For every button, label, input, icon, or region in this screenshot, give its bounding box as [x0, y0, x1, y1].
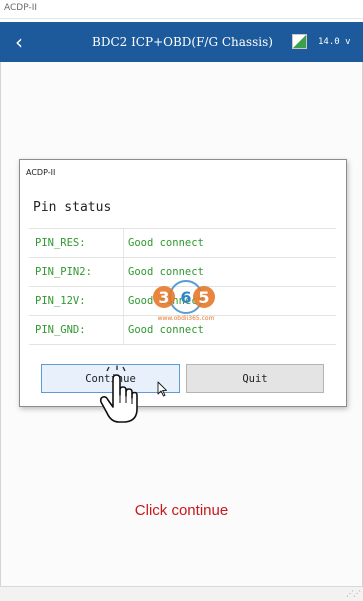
svg-text:6: 6: [180, 288, 191, 307]
arrow-cursor-icon: [157, 381, 167, 397]
column-divider: [123, 229, 124, 257]
watermark-graphic: 3 6 5: [153, 280, 215, 314]
page-title: BDC2 ICP+OBD(F/G Chassis): [92, 35, 273, 49]
resize-grip-icon[interactable]: ⋰⋰: [346, 589, 361, 598]
instruction-caption: Click continue: [134, 502, 229, 519]
pin-status: Good connect: [128, 237, 204, 249]
window-title: ACDP-II: [4, 3, 37, 13]
pin-name: PIN_RES:: [35, 237, 86, 249]
pin-name: PIN_PIN2:: [35, 266, 92, 278]
back-arrow-icon[interactable]: ‹: [8, 28, 30, 56]
svg-text:5: 5: [198, 288, 209, 307]
column-divider: [123, 258, 124, 286]
hand-pointer-icon: [99, 365, 138, 423]
pin-row: PIN_RES: Good connect: [29, 228, 336, 257]
pin-name: PIN_12V:: [35, 295, 86, 307]
status-bar: ⋰⋰: [0, 586, 363, 601]
column-divider: [123, 316, 124, 344]
dialog-heading: Pin status: [33, 200, 112, 215]
battery-icon: [292, 34, 307, 49]
window-titlebar: ACDP-II: [0, 0, 363, 19]
voltage-readout: 14.0 v: [318, 37, 351, 47]
pin-name: PIN_GND:: [35, 324, 86, 336]
svg-text:3: 3: [158, 288, 169, 307]
watermark-logo: 3 6 5 www.obdii365.com: [146, 276, 226, 326]
column-divider: [123, 287, 124, 315]
dialog-title: ACDP-II: [26, 168, 56, 177]
quit-button[interactable]: Quit: [186, 364, 324, 393]
app-header: ‹ BDC2 ICP+OBD(F/G Chassis) 14.0 v: [0, 22, 363, 62]
watermark-url: www.obdii365.com: [157, 315, 215, 322]
